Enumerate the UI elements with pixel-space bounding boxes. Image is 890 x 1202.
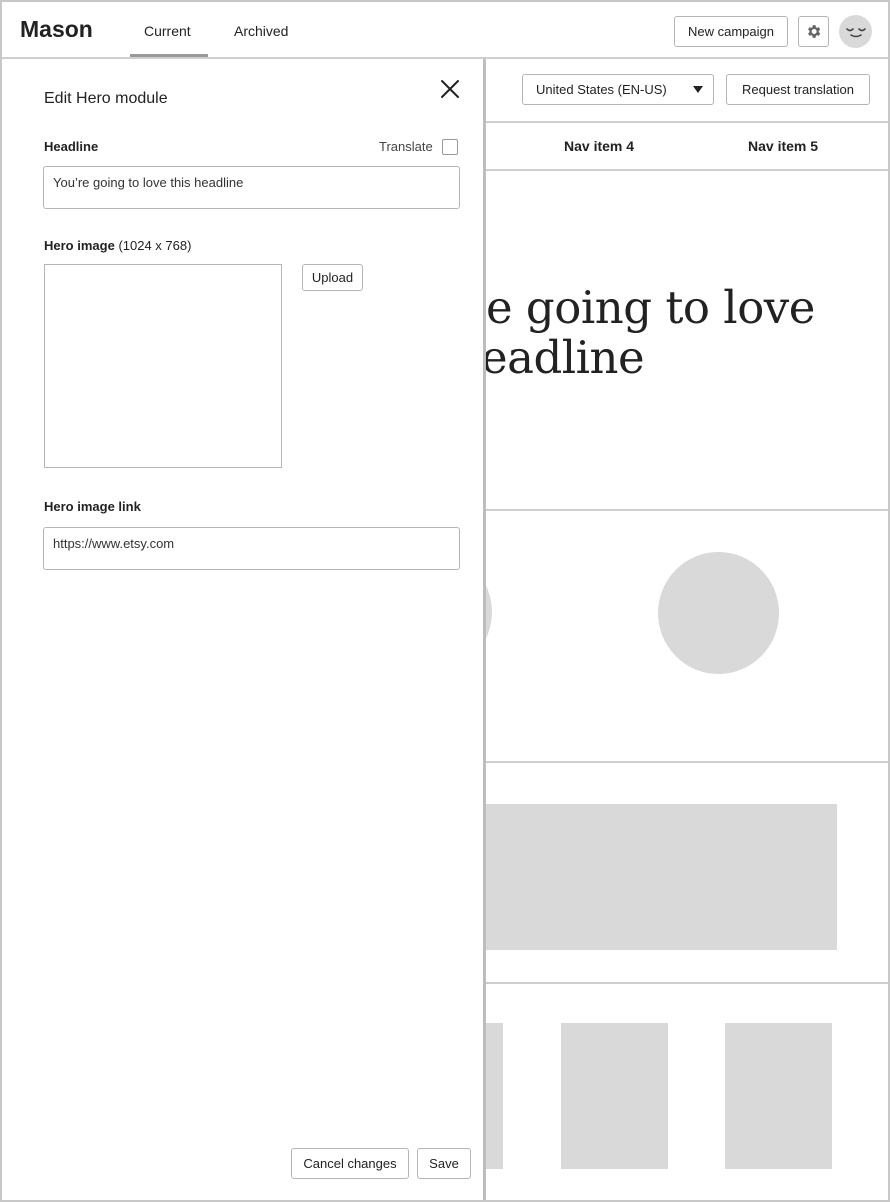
preview-nav: Nav item 4 Nav item 5: [486, 123, 888, 171]
new-campaign-button[interactable]: New campaign: [674, 16, 788, 47]
close-icon: [441, 80, 459, 98]
nav-item-5[interactable]: Nav item 5: [748, 138, 818, 154]
panel-title: Edit Hero module: [44, 90, 168, 107]
card-image-placeholder[interactable]: [725, 1023, 832, 1169]
brand-logo: Mason: [20, 16, 93, 42]
hero-image-link-label: Hero image link: [44, 499, 141, 514]
hero-headline-line-1: e going to love: [486, 281, 815, 334]
hero-headline-line-2: eadline: [486, 331, 645, 384]
top-bar: Mason Current Archived New campaign: [2, 2, 888, 59]
campaign-preview: sion United States (EN-US) Request trans…: [486, 59, 888, 1200]
hero-image-label-text: Hero image: [44, 238, 115, 253]
banner-image-placeholder[interactable]: [486, 804, 837, 950]
translate-label: Translate: [379, 139, 433, 154]
avatar[interactable]: [839, 15, 872, 48]
hero-image-link-input[interactable]: https://www.etsy.com: [43, 527, 460, 570]
cancel-changes-button[interactable]: Cancel changes: [291, 1148, 409, 1179]
circle-image-placeholder[interactable]: [658, 552, 779, 674]
hero-image-label: Hero image (1024 x 768): [44, 238, 191, 253]
active-tab-indicator: [130, 54, 208, 57]
upload-button[interactable]: Upload: [302, 264, 363, 291]
close-button[interactable]: [438, 77, 462, 101]
nav-item-4[interactable]: Nav item 4: [564, 138, 634, 154]
avatar-face-icon: [845, 27, 866, 37]
module-divider: [486, 509, 888, 511]
save-button[interactable]: Save: [417, 1148, 471, 1179]
caret-down-icon: [693, 86, 703, 93]
headline-label: Headline: [44, 139, 99, 154]
gear-icon: [808, 25, 821, 38]
card-image-placeholder[interactable]: [486, 1023, 503, 1169]
module-divider: [486, 982, 888, 984]
translate-checkbox[interactable]: [442, 139, 458, 155]
hero-image-preview: [44, 264, 282, 468]
headline-input[interactable]: You’re going to love this headline: [43, 166, 460, 209]
hero-headline[interactable]: e going to love eadline: [486, 283, 888, 383]
tab-current[interactable]: Current: [144, 23, 191, 39]
request-translation-button[interactable]: Request translation: [726, 74, 870, 105]
hero-image-dimensions: (1024 x 768): [118, 238, 192, 253]
locale-select[interactable]: United States (EN-US): [522, 74, 714, 105]
tab-archived[interactable]: Archived: [234, 23, 288, 39]
edit-hero-panel: Edit Hero module Headline Translate You’…: [2, 59, 486, 1200]
locale-select-value: United States (EN-US): [536, 82, 667, 97]
card-image-placeholder[interactable]: [561, 1023, 668, 1169]
preview-toolbar: sion United States (EN-US) Request trans…: [486, 59, 888, 123]
settings-button[interactable]: [798, 16, 829, 47]
module-divider: [486, 761, 888, 763]
circle-image-placeholder[interactable]: [486, 551, 492, 673]
